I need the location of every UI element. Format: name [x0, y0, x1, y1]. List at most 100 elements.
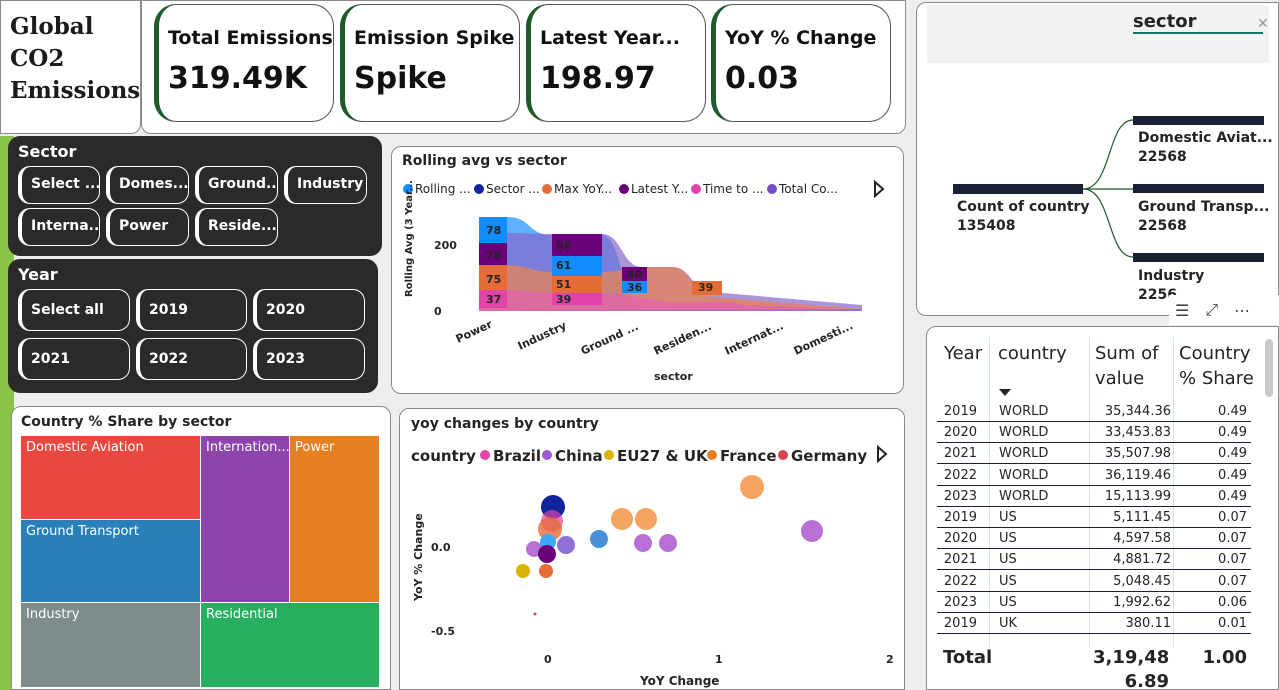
scatter-xtick-2: 2 — [886, 653, 894, 666]
cell-sum: 15,113.99 — [1104, 488, 1171, 504]
kpi-value: 319.49K — [168, 61, 308, 96]
ribbon-ytick-0: 0 — [434, 305, 442, 318]
decomp-node-bar-2[interactable] — [1133, 253, 1264, 262]
report-title-line1: Global — [10, 13, 94, 40]
table-row[interactable]: 2019 UK 380.11 0.01 — [937, 613, 1251, 634]
table-row[interactable]: 2023 WORLD 15,113.99 0.49 — [937, 486, 1251, 507]
more-options-icon[interactable]: ⋯ — [1234, 301, 1250, 320]
decomp-node-bar-1[interactable] — [1133, 184, 1264, 193]
scatter-chart-svg: country Brazil China EU27 & UK France Ge… — [411, 444, 894, 688]
table-row[interactable]: 2019 US 5,111.45 0.07 — [937, 507, 1251, 528]
ribbon-chart-card[interactable]: Rolling avg vs sector Rolling ... Sector… — [391, 146, 904, 394]
table-row[interactable]: 2021 US 4,881.72 0.07 — [937, 549, 1251, 571]
cell-year: 2022 — [943, 573, 977, 589]
treemap-tile-ground-transport[interactable]: Ground Transport — [21, 520, 200, 602]
sector-chip-select-all[interactable]: Select ... — [18, 166, 100, 204]
visual-header-toolbar: ☰ ⤢ ⋯ — [1169, 295, 1279, 325]
treemap-card[interactable]: Country % Share by sector Domestic Aviat… — [11, 406, 391, 690]
scatter-legend: Brazil China EU27 & UK France Germany — [480, 444, 888, 465]
scatter-chart-card[interactable]: yoy changes by country country Brazil Ch… — [399, 408, 905, 690]
legend-brazil: Brazil — [493, 447, 541, 465]
cell-country: WORLD — [999, 488, 1049, 504]
ribbon-legend: Rolling ... Sector ... Max YoY... Latest… — [403, 179, 885, 199]
table-row[interactable]: 2022 WORLD 36,119.46 0.49 — [937, 465, 1251, 486]
cell-sum: 4,881.72 — [1113, 552, 1171, 568]
point — [516, 564, 530, 578]
report-title-card: Global CO2 Emissions — [0, 0, 141, 134]
kpi-value: 198.97 — [540, 61, 656, 96]
treemap-tile-domestic-aviation[interactable]: Domestic Aviation — [21, 436, 200, 519]
treemap-tile-power[interactable]: Power — [290, 436, 379, 602]
year-chip-select-all[interactable]: Select all — [18, 289, 130, 331]
year-chip-2019[interactable]: 2019 — [136, 289, 247, 331]
treemap-tile-international[interactable]: Internation... — [201, 436, 289, 602]
decomp-node-value-1: 22568 — [1138, 218, 1187, 234]
kpi-label: YoY % Change — [725, 27, 877, 49]
cell-country: US — [999, 552, 1017, 568]
legend-dot-france — [707, 450, 717, 460]
col-header-sum[interactable]: Sum of value — [1095, 341, 1175, 391]
kpi-card-latest-year[interactable]: Latest Year... 198.97 — [526, 4, 706, 122]
filter-icon[interactable]: ☰ — [1175, 301, 1189, 320]
year-chip-2021[interactable]: 2021 — [18, 338, 130, 380]
col-header-country[interactable]: country — [998, 341, 1067, 366]
cell-country: WORLD — [999, 404, 1049, 419]
kpi-card-total-emissions[interactable]: Total Emissions 319.49K — [154, 4, 334, 122]
point — [590, 530, 608, 548]
focus-mode-icon[interactable]: ⤢ — [1205, 300, 1218, 320]
scatter-ylabel: YoY % Change — [412, 513, 425, 602]
cell-share: 0.49 — [1218, 488, 1247, 504]
cell-sum: 5,111.45 — [1113, 510, 1171, 525]
sort-desc-icon[interactable] — [999, 389, 1011, 396]
ribbon-dl-8: 40 — [627, 268, 643, 281]
ribbon-dl-9: 36 — [627, 281, 643, 294]
sector-chip-power[interactable]: Power — [106, 208, 189, 246]
cell-country: US — [999, 510, 1017, 525]
col-header-share[interactable]: Country % Share — [1179, 341, 1269, 391]
decomp-link-0 — [1082, 119, 1134, 190]
table-scrollbar[interactable] — [1265, 339, 1273, 397]
sector-chip-industry[interactable]: Industry — [284, 166, 367, 204]
cell-share: 0.07 — [1218, 552, 1247, 568]
treemap-tile-residential[interactable]: Residential — [201, 603, 379, 687]
kpi-card-emission-spike[interactable]: Emission Spike Spike — [340, 4, 520, 122]
table-row[interactable]: 2019 WORLD 35,344.36 0.49 — [937, 401, 1251, 422]
matrix-table-card[interactable]: Year country Sum of value Country % Shar… — [926, 326, 1279, 690]
year-chip-2022[interactable]: 2022 — [136, 338, 247, 380]
kpi-card-yoy-change[interactable]: YoY % Change 0.03 — [711, 4, 891, 122]
table-row[interactable]: 2021 WORLD 35,507.98 0.49 — [937, 443, 1251, 465]
cell-share: 0.07 — [1218, 573, 1247, 589]
legend-next-icon — [874, 179, 885, 199]
decomposition-tree-card[interactable]: sector ✕ Count of country 135408 Domesti… — [916, 2, 1279, 325]
table-row[interactable]: 2023 US 1,992.62 0.06 — [937, 592, 1251, 613]
ribbon-dl-2: 75 — [486, 273, 501, 286]
table-row[interactable]: 2020 WORLD 33,453.83 0.49 — [937, 422, 1251, 444]
sector-slicer: Sector Select ... Domes... Ground... Ind… — [8, 136, 382, 256]
legend-germany: Germany — [791, 447, 867, 465]
legend-dot-3 — [619, 184, 629, 194]
sector-chip-domestic[interactable]: Domes... — [106, 166, 189, 204]
cell-year: 2023 — [943, 488, 977, 504]
point — [533, 612, 537, 616]
table-row[interactable]: 2020 US 4,597.58 0.07 — [937, 528, 1251, 550]
col-header-year[interactable]: Year — [944, 341, 982, 366]
decomp-node-bar-0[interactable] — [1133, 116, 1264, 125]
decomp-node-label-0: Domestic Aviat... — [1138, 130, 1273, 146]
sector-chip-international[interactable]: Interna... — [18, 208, 100, 246]
treemap-tile-industry[interactable]: Industry — [21, 603, 200, 687]
sector-chip-ground[interactable]: Ground... — [195, 166, 278, 204]
cell-share: 0.49 — [1218, 404, 1247, 419]
year-chip-2020[interactable]: 2020 — [253, 289, 365, 331]
table-row[interactable]: 2022 US 5,048.45 0.07 — [937, 571, 1251, 592]
cell-year: 2020 — [943, 531, 977, 547]
total-label: Total — [943, 647, 993, 668]
sector-chip-residential[interactable]: Reside... — [195, 208, 278, 246]
legend-france: France — [720, 447, 777, 465]
cell-country: US — [999, 573, 1017, 589]
total-sum-line2: 6.89 — [1124, 671, 1169, 690]
cell-year: 2019 — [943, 510, 977, 525]
year-chip-2023[interactable]: 2023 — [253, 338, 365, 380]
decomp-connectors — [1082, 119, 1134, 258]
ribbon-dl-5: 61 — [556, 259, 571, 272]
report-title-line2: CO2 — [10, 45, 65, 72]
